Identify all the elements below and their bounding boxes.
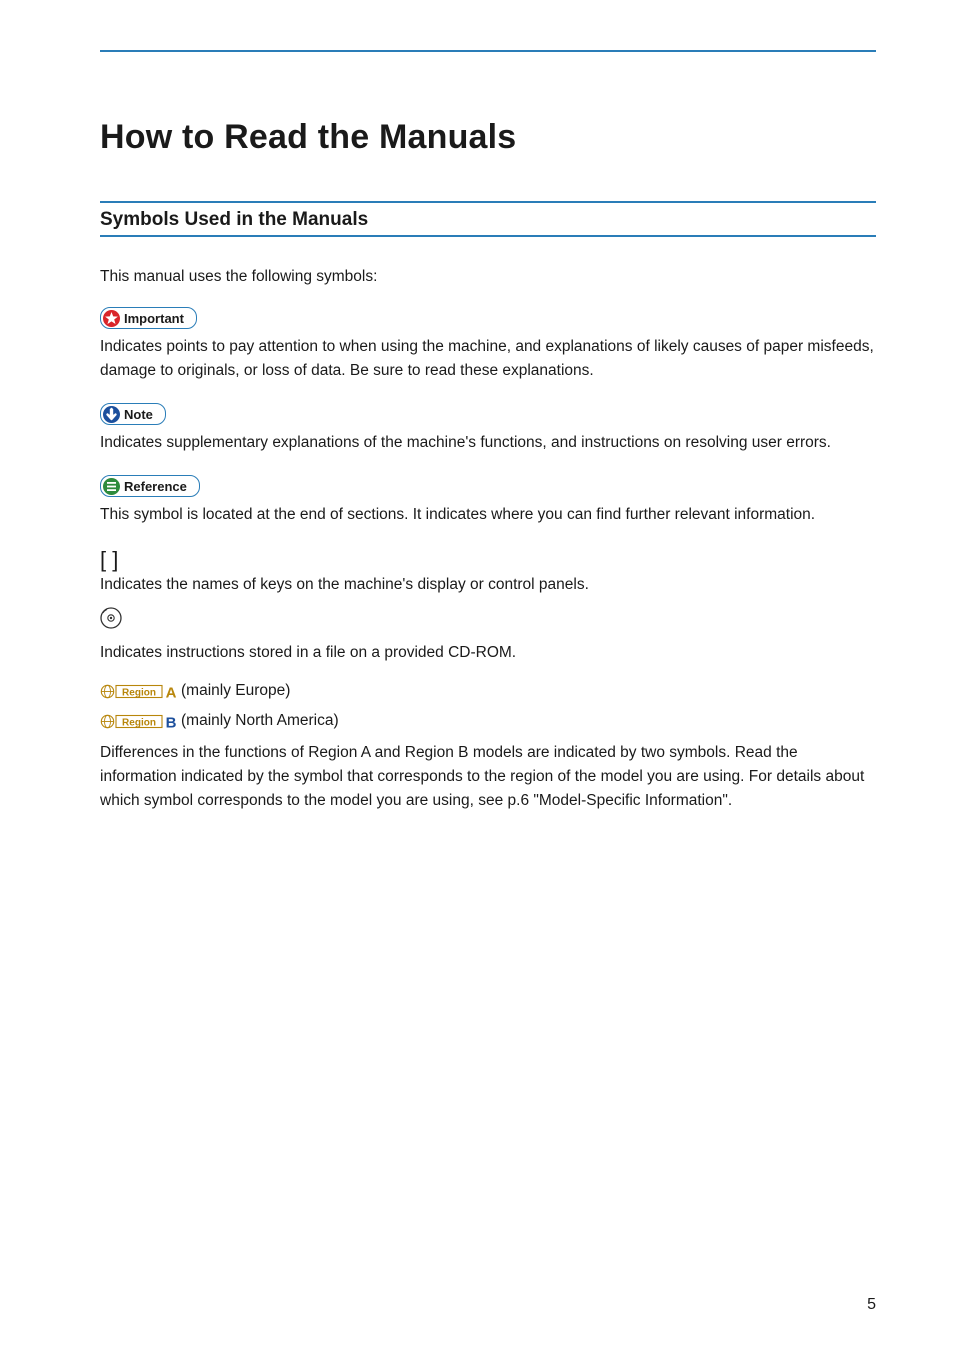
important-callout: Important — [100, 307, 197, 329]
section-heading: Symbols Used in the Manuals — [100, 209, 876, 231]
region-a-letter: A — [166, 684, 177, 699]
region-a-badge: Region A — [100, 684, 178, 699]
note-text: Indicates supplementary explanations of … — [100, 431, 876, 455]
section-rule-bottom — [100, 235, 876, 237]
region-b-badge: Region B — [100, 714, 178, 729]
region-b-suffix: (mainly North America) — [181, 709, 339, 733]
cdrom-icon — [100, 607, 122, 629]
page-title: How to Read the Manuals — [100, 118, 876, 157]
note-label: Note — [124, 407, 153, 422]
region-a-line: Region A (mainly Europe) — [100, 679, 876, 703]
region-a-suffix: (mainly Europe) — [181, 679, 290, 703]
region-a-label-text: Region — [122, 687, 156, 698]
list-icon — [103, 478, 120, 495]
cdrom-text: Indicates instructions stored in a file … — [100, 641, 876, 665]
top-rule — [100, 50, 876, 52]
important-text: Indicates points to pay attention to whe… — [100, 335, 876, 383]
star-icon — [103, 310, 120, 327]
important-label: Important — [124, 311, 184, 326]
brackets-symbol: [ ] — [100, 547, 876, 573]
section-rule-top — [100, 201, 876, 203]
arrow-down-icon — [103, 406, 120, 423]
region-b-line: Region B (mainly North America) — [100, 709, 876, 733]
page-number: 5 — [867, 1296, 876, 1314]
document-page: How to Read the Manuals Symbols Used in … — [0, 0, 954, 1354]
region-b-label-text: Region — [122, 717, 156, 728]
reference-label: Reference — [124, 479, 187, 494]
intro-text: This manual uses the following symbols: — [100, 265, 876, 289]
note-callout: Note — [100, 403, 166, 425]
reference-callout: Reference — [100, 475, 200, 497]
reference-text: This symbol is located at the end of sec… — [100, 503, 876, 527]
section-heading-block: Symbols Used in the Manuals — [100, 201, 876, 237]
regions-text: Differences in the functions of Region A… — [100, 741, 876, 813]
brackets-text: Indicates the names of keys on the machi… — [100, 573, 876, 597]
region-b-letter: B — [166, 714, 177, 729]
